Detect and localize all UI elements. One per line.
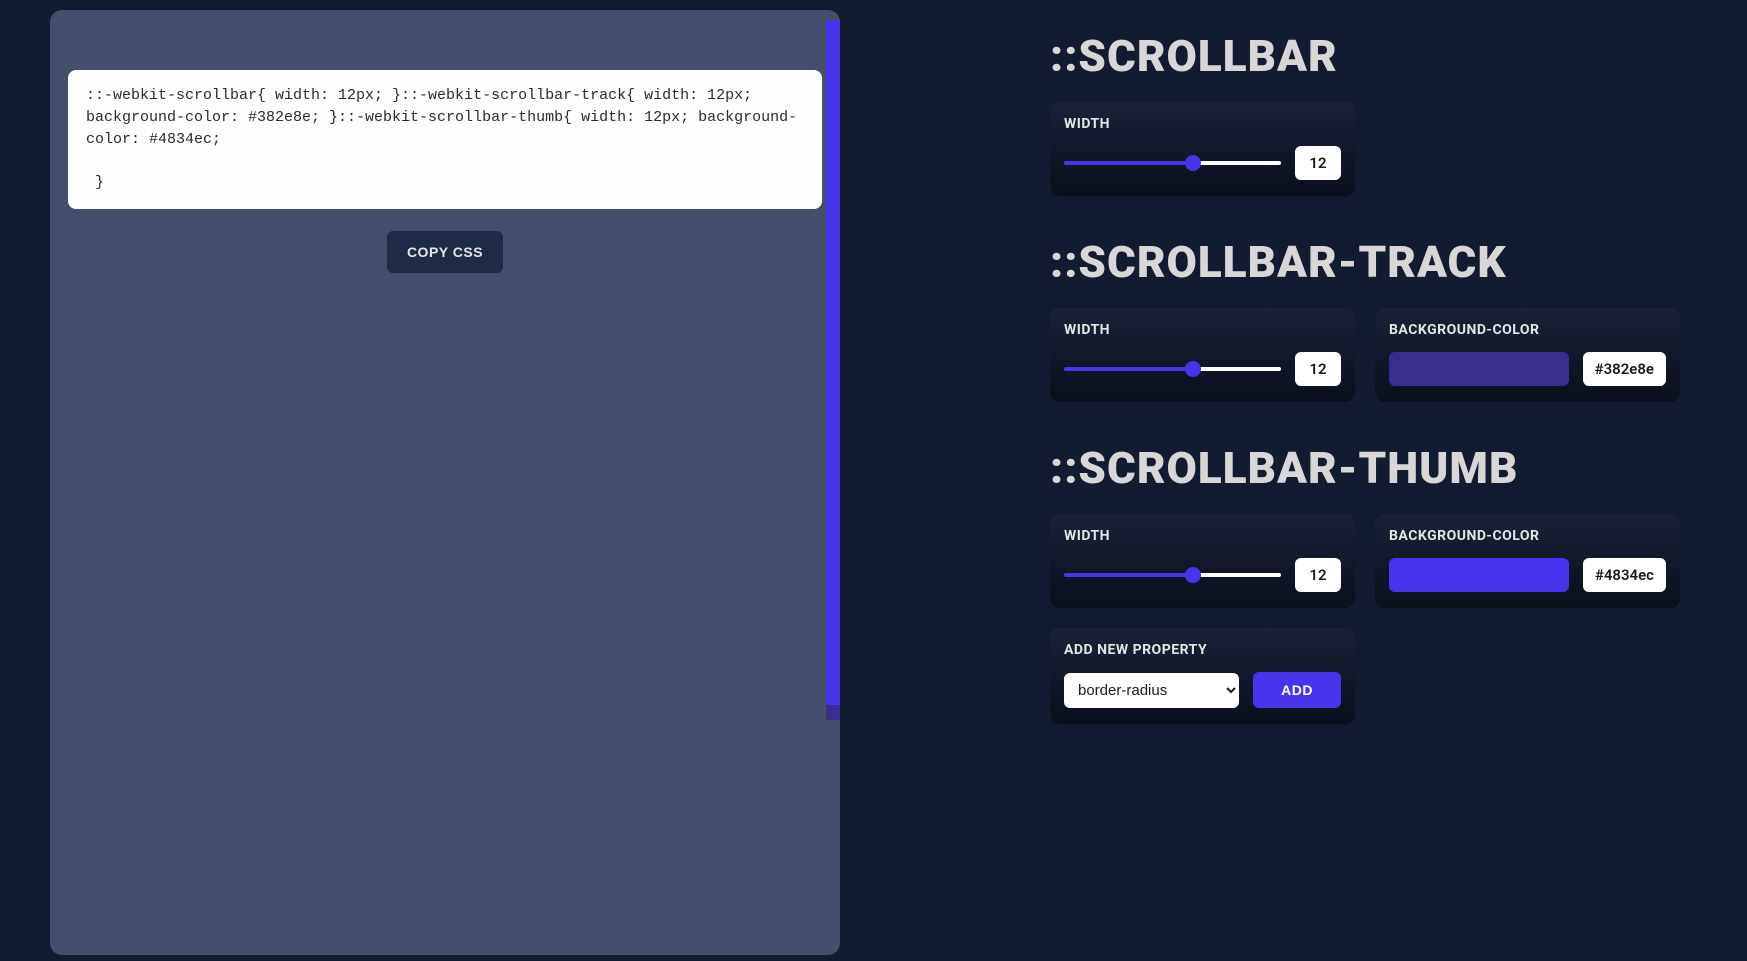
controls-panel: ::SCROLLBAR WIDTH 12 ::SCROLLBAR-TRACK W… bbox=[890, 0, 1747, 961]
preview-scrollbar-thumb bbox=[826, 20, 840, 705]
thumb-add-property-select[interactable]: border-radius bbox=[1064, 673, 1239, 708]
scrollbar-heading: ::SCROLLBAR bbox=[1050, 30, 1707, 82]
thumb-bg-label: BACKGROUND-COLOR bbox=[1389, 528, 1666, 544]
thumb-add-button[interactable]: ADD bbox=[1253, 672, 1341, 708]
scrollbar-width-label: WIDTH bbox=[1064, 116, 1341, 132]
track-width-slider[interactable] bbox=[1064, 367, 1281, 371]
copy-css-button[interactable]: COPY CSS bbox=[387, 231, 503, 273]
thumb-width-label: WIDTH bbox=[1064, 528, 1341, 544]
thumb-width-slider[interactable] bbox=[1064, 573, 1281, 577]
scrollbar-width-value: 12 bbox=[1295, 146, 1341, 180]
preview-scrollbar-track bbox=[826, 20, 840, 720]
thumb-heading: ::SCROLLBAR-THUMB bbox=[1050, 442, 1707, 494]
track-width-card: WIDTH 12 bbox=[1050, 308, 1355, 402]
scrollbar-section: ::SCROLLBAR WIDTH 12 bbox=[1050, 30, 1707, 196]
thumb-width-card: WIDTH 12 bbox=[1050, 514, 1355, 608]
preview-panel: ::-webkit-scrollbar{ width: 12px; }::-we… bbox=[0, 0, 890, 961]
thumb-bg-swatch[interactable] bbox=[1389, 558, 1569, 592]
scrollbar-width-card: WIDTH 12 bbox=[1050, 102, 1355, 196]
thumb-width-value: 12 bbox=[1295, 558, 1341, 592]
track-bg-card: BACKGROUND-COLOR #382e8e bbox=[1375, 308, 1680, 402]
track-bg-value: #382e8e bbox=[1583, 352, 1666, 386]
track-width-value: 12 bbox=[1295, 352, 1341, 386]
thumb-bg-value: #4834ec bbox=[1583, 558, 1666, 592]
thumb-add-label: ADD NEW PROPERTY bbox=[1064, 642, 1341, 658]
scrollbar-track-section: ::SCROLLBAR-TRACK WIDTH 12 BACKGROUND-CO… bbox=[1050, 236, 1707, 402]
scrollbar-width-slider[interactable] bbox=[1064, 161, 1281, 165]
scrollbar-thumb-section: ::SCROLLBAR-THUMB WIDTH 12 BACKGROUND-CO… bbox=[1050, 442, 1707, 724]
preview-container: ::-webkit-scrollbar{ width: 12px; }::-we… bbox=[50, 10, 840, 955]
css-output: ::-webkit-scrollbar{ width: 12px; }::-we… bbox=[68, 70, 822, 209]
thumb-add-property-card: ADD NEW PROPERTY border-radius ADD bbox=[1050, 628, 1355, 724]
track-bg-label: BACKGROUND-COLOR bbox=[1389, 322, 1666, 338]
track-width-label: WIDTH bbox=[1064, 322, 1341, 338]
thumb-bg-card: BACKGROUND-COLOR #4834ec bbox=[1375, 514, 1680, 608]
track-bg-swatch[interactable] bbox=[1389, 352, 1569, 386]
track-heading: ::SCROLLBAR-TRACK bbox=[1050, 236, 1707, 288]
